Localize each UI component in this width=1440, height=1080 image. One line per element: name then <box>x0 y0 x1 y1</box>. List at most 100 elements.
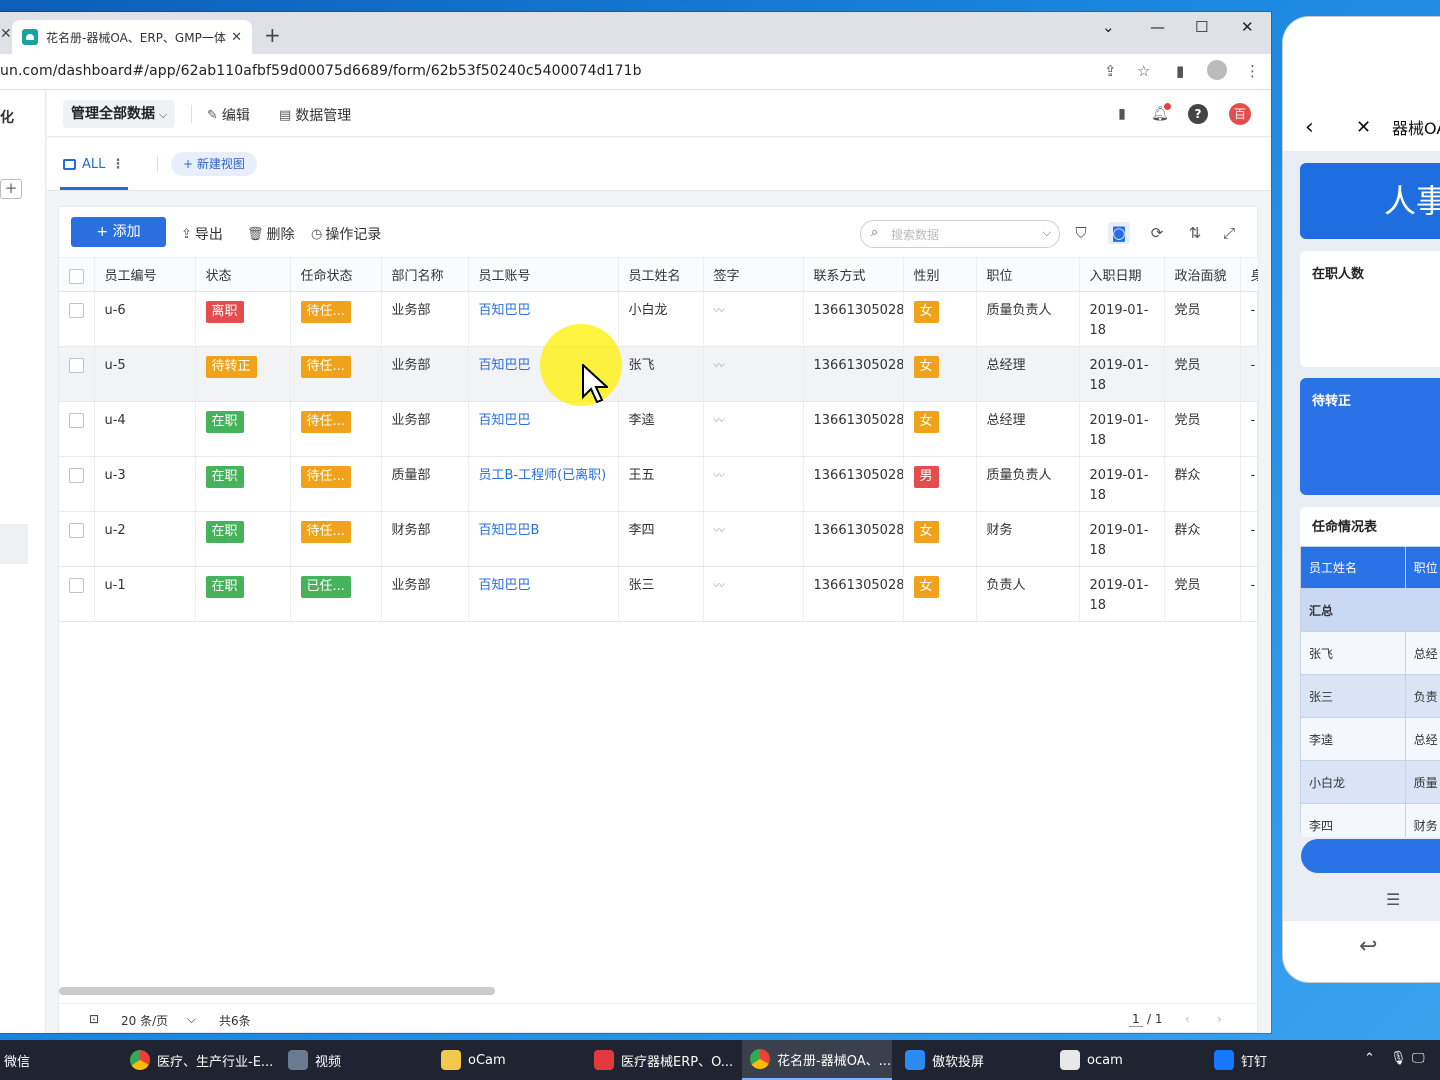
column-header[interactable]: 职位 <box>976 257 1080 292</box>
table-row[interactable]: u-2 在职 待任... 财务部 百知巴巴B 李四 〰︎ 13661305028 女 财务 2019… <box>59 511 1259 567</box>
column-header[interactable]: 政治面貌 <box>1164 257 1241 292</box>
next-page-icon[interactable]: › <box>1217 1012 1222 1026</box>
side-panel-icon[interactable]: ▮ <box>1176 62 1184 80</box>
add-record-button[interactable]: + 添加 <box>71 217 166 247</box>
row-checkbox[interactable] <box>69 523 84 538</box>
chevron-down-icon[interactable]: ⌵ <box>187 1012 196 1027</box>
user-avatar[interactable]: 百 <box>1229 103 1251 125</box>
tray-expand-icon[interactable]: ⌃ <box>1364 1051 1375 1066</box>
row-checkbox[interactable] <box>69 303 84 318</box>
page-size-select[interactable]: 20 条/页 <box>121 1012 168 1029</box>
column-header[interactable]: 联系方式 <box>803 257 904 292</box>
employee-account-link[interactable]: 百知巴巴B <box>479 523 540 538</box>
taskbar-item-wechat[interactable]: 微信 <box>4 1040 30 1080</box>
column-header[interactable]: 员工编号 <box>94 257 196 292</box>
view-tab-all[interactable]: ALL ⋮ <box>63 150 124 178</box>
profile-avatar-icon[interactable] <box>1207 60 1227 80</box>
taskbar-item-ocam[interactable]: ocam <box>1060 1040 1123 1080</box>
taskbar-item-chrome-active[interactable]: 花名册-器械OA、... <box>742 1040 892 1080</box>
back-gesture-icon[interactable]: ↩ <box>1359 934 1377 959</box>
edit-button[interactable]: ✎ 编辑 <box>207 105 250 125</box>
close-icon[interactable]: ✕ <box>0 26 12 42</box>
display-settings-icon[interactable]: ◙ <box>1108 222 1130 244</box>
delete-button[interactable]: 🗑︎ 删除 <box>247 224 295 244</box>
row-checkbox[interactable] <box>69 413 84 428</box>
close-window-button[interactable]: ✕ <box>1241 18 1254 36</box>
sort-icon[interactable]: ⇅ <box>1184 222 1206 244</box>
close-tab-icon[interactable]: ✕ <box>231 30 242 45</box>
operation-history-button[interactable]: ◷ 操作记录 <box>311 224 381 244</box>
column-header[interactable]: 任命状态 <box>290 257 382 292</box>
help-icon[interactable]: ? <box>1188 104 1208 124</box>
data-manage-button[interactable]: ▤ 数据管理 <box>279 105 351 125</box>
close-icon[interactable]: ✕ <box>1356 117 1371 138</box>
taskbar-item-apowermirror[interactable]: 傲软投屏 <box>905 1040 984 1080</box>
menu-dots-icon[interactable]: ⋮ <box>1245 62 1260 80</box>
url-field[interactable]: un.com/dashboard#/app/62ab110afbf59d0007… <box>0 63 642 79</box>
signature-image: 〰︎ <box>713 414 725 427</box>
refresh-icon[interactable]: ⟳ <box>1146 222 1168 244</box>
employees-count-card[interactable]: 在职人数 <box>1300 251 1440 367</box>
horizontal-scrollbar[interactable] <box>59 987 495 995</box>
taskbar-label: 钉钉 <box>1241 1054 1268 1070</box>
column-header[interactable]: 性别 <box>903 257 977 292</box>
new-tab-button[interactable]: + <box>264 25 281 45</box>
taskbar-item-wps[interactable]: 医疗器械ERP、O... <box>594 1040 733 1080</box>
taskbar-item-video[interactable]: 视频 <box>288 1040 341 1080</box>
network-icon[interactable]: 🖵︎ <box>1412 1051 1425 1066</box>
table-cell: 待任... <box>290 401 382 457</box>
taskbar-item-dingtalk[interactable]: 钉钉 <box>1214 1040 1267 1080</box>
column-settings-icon[interactable]: ⊡ <box>89 1012 99 1026</box>
column-header[interactable]: 状态 <box>195 257 291 292</box>
probation-card[interactable]: 待转正 <box>1300 378 1440 495</box>
data-scope-dropdown[interactable]: 管理全部数据 ⌵ <box>63 100 176 128</box>
tab-search-icon[interactable]: ⌄ <box>1102 18 1115 36</box>
new-view-button[interactable]: + 新建视图 <box>171 152 257 176</box>
table-row[interactable]: u-5 待转正 待任... 业务部 百知巴巴 张飞 〰︎ 13661305028 女 总经理 201… <box>59 346 1259 402</box>
search-box[interactable]: ⌕ ⌵ <box>860 220 1060 248</box>
more-options-icon[interactable]: ⋮ <box>111 157 124 172</box>
back-arrow-icon[interactable]: ‹ <box>1305 115 1314 140</box>
row-checkbox[interactable] <box>69 358 84 373</box>
phone-mirror-window: ‹ ✕ 器械OA 人事 在职人数 待转正 任命情况表 员工姓名 职位 汇总 张飞… <box>1283 17 1440 982</box>
taskbar-item-ocam-folder[interactable]: oCam <box>441 1040 506 1080</box>
taskbar-item-chrome-1[interactable]: 医疗、生产行业-E... <box>130 1040 273 1080</box>
column-header[interactable]: 身 <box>1240 257 1259 292</box>
menu-icon[interactable]: ☰ <box>1386 890 1400 909</box>
column-header[interactable]: 员工账号 <box>468 257 619 292</box>
row-checkbox[interactable] <box>69 578 84 593</box>
column-header[interactable]: 员工姓名 <box>618 257 704 292</box>
column-header[interactable]: 部门名称 <box>381 257 469 292</box>
microphone-icon[interactable]: 🎙︎ <box>1390 1051 1407 1066</box>
book-icon[interactable]: ▮ <box>1112 104 1132 124</box>
filter-icon[interactable]: ⛉ <box>1070 222 1092 244</box>
maximize-button[interactable]: ☐ <box>1195 18 1208 36</box>
employee-account-link[interactable]: 百知巴巴 <box>479 303 531 318</box>
chevron-down-icon[interactable]: ⌵ <box>1043 226 1051 240</box>
current-page-input[interactable]: 1 <box>1129 1012 1143 1027</box>
bookmark-star-icon[interactable]: ☆ <box>1137 62 1150 80</box>
table-row[interactable]: u-4 在职 待任... 业务部 百知巴巴 李逵 〰︎ 13661305028 女 总经理 2019… <box>59 401 1259 457</box>
column-header[interactable]: 签字 <box>703 257 804 292</box>
column-header[interactable]: 入职日期 <box>1079 257 1165 292</box>
table-row[interactable]: u-3 在职 待任... 质量部 员工B-工程师(已离职) 王五 〰︎ 13661305028… <box>59 456 1259 512</box>
browser-tab-active[interactable]: 花名册-器械OA、ERP、GMP一体化 ✕ <box>12 20 252 54</box>
prev-page-icon[interactable]: ‹ <box>1185 1012 1190 1026</box>
add-icon[interactable]: + <box>0 179 22 199</box>
share-icon[interactable]: ⇪ <box>1104 62 1117 80</box>
phone-action-button[interactable] <box>1301 839 1440 873</box>
employee-account-link[interactable]: 百知巴巴 <box>479 413 531 428</box>
search-input[interactable] <box>891 226 1031 244</box>
row-checkbox[interactable] <box>69 468 84 483</box>
employee-account-link[interactable]: 百知巴巴 <box>479 578 531 593</box>
employee-account-link[interactable]: 百知巴巴 <box>479 358 531 373</box>
minimize-button[interactable]: — <box>1150 18 1165 36</box>
table-row[interactable]: u-1 在职 已任... 业务部 百知巴巴 张三 〰︎ 13661305028 女 负责人 2019… <box>59 566 1259 622</box>
export-button[interactable]: ⇪ 导出 <box>181 224 223 244</box>
nav-selected-item[interactable] <box>0 524 28 564</box>
select-all-checkbox[interactable] <box>69 269 84 284</box>
position: 总经理 <box>986 413 1026 428</box>
fullscreen-icon[interactable]: ⤢ <box>1218 222 1240 244</box>
employee-account-link[interactable]: 员工B-工程师(已离职) <box>479 468 607 483</box>
table-row[interactable]: u-6 离职 待任... 业务部 百知巴巴 小白龙 〰︎ 13661305028 女 质量负责人 2… <box>59 291 1259 347</box>
